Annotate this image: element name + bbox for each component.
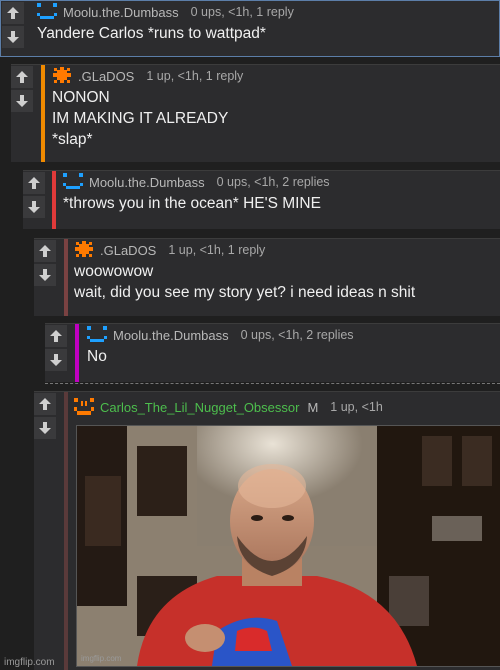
upvote-button[interactable] <box>23 172 45 194</box>
comment-2: Moolu.the.Dumbass 0 ups, <1h, 2 replies … <box>23 170 500 229</box>
comment-text: *throws you in the ocean* HE'S MINE <box>63 195 321 212</box>
arrow-down-icon <box>39 269 51 281</box>
downvote-button[interactable] <box>34 264 56 286</box>
downvote-button[interactable] <box>11 90 33 112</box>
comment-body: Moolu.the.Dumbass 0 ups, <1h, 2 replies … <box>87 324 494 367</box>
face-blue-icon <box>37 3 57 19</box>
thread-bar <box>64 239 68 316</box>
comment-body: Moolu.the.Dumbass 0 ups, <1h, 2 replies … <box>63 171 494 214</box>
username[interactable]: Carlos_The_Lil_Nugget_Obsessor <box>100 400 299 415</box>
comment-text: No <box>87 348 107 365</box>
thread-bar <box>64 392 68 670</box>
arrow-down-icon <box>39 422 51 434</box>
thread-bar <box>41 65 45 162</box>
reply-image[interactable]: imgflip.com <box>76 425 500 667</box>
downvote-button[interactable] <box>34 417 56 439</box>
thread-divider <box>45 383 500 384</box>
comment-3: .GLaDOS 1 up, <1h, 1 reply woowowow wait… <box>34 238 500 316</box>
thread-bar <box>75 324 79 382</box>
vote-column <box>45 324 69 371</box>
arrow-up-icon <box>16 71 28 83</box>
upvote-button[interactable] <box>2 2 24 24</box>
arrow-down-icon <box>28 201 40 213</box>
vote-column <box>34 392 58 439</box>
vote-column <box>11 65 35 112</box>
username[interactable]: .GLaDOS <box>100 243 156 258</box>
thread-bar <box>52 171 56 229</box>
virus-orange-icon <box>53 67 71 83</box>
mod-badge: M <box>307 399 319 415</box>
comment-meta: 1 up, <1h, 1 reply <box>146 69 244 83</box>
downvote-button[interactable] <box>23 196 45 218</box>
upvote-button[interactable] <box>34 393 56 415</box>
face-orange-icon <box>74 398 94 415</box>
comment-1: .GLaDOS 1 up, <1h, 1 reply NONON IM MAKI… <box>11 64 500 162</box>
downvote-button[interactable] <box>45 349 67 371</box>
virus-orange-icon <box>75 241 93 257</box>
username[interactable]: Moolu.the.Dumbass <box>63 5 179 20</box>
vote-column <box>23 171 47 218</box>
comment-meta: 1 up, <1h, 1 reply <box>168 243 266 257</box>
comment-meta: 1 up, <1h <box>330 400 383 414</box>
arrow-up-icon <box>39 398 51 410</box>
vote-column <box>34 239 58 286</box>
username[interactable]: .GLaDOS <box>78 69 134 84</box>
upvote-button[interactable] <box>45 325 67 347</box>
username[interactable]: Moolu.the.Dumbass <box>113 328 229 343</box>
comment-body: .GLaDOS 1 up, <1h, 1 reply NONON IM MAKI… <box>52 65 494 150</box>
comment-meta: 0 ups, <1h, 2 replies <box>216 175 330 189</box>
arrow-up-icon <box>39 245 51 257</box>
comment-meta: 0 ups, <1h, 1 reply <box>190 5 294 19</box>
watermark: imgflip.com <box>4 657 55 668</box>
arrow-up-icon <box>50 330 62 342</box>
arrow-down-icon <box>16 95 28 107</box>
downvote-button[interactable] <box>2 26 24 48</box>
comment-0: Moolu.the.Dumbass 0 ups, <1h, 1 reply Ya… <box>0 0 500 57</box>
comment-body: .GLaDOS 1 up, <1h, 1 reply woowowow wait… <box>74 239 494 303</box>
comment-body: Carlos_The_Lil_Nugget_Obsessor M 1 up, <… <box>74 392 494 422</box>
username[interactable]: Moolu.the.Dumbass <box>89 175 205 190</box>
arrow-down-icon <box>7 31 19 43</box>
face-blue-icon <box>87 326 107 342</box>
man-eating-chips-image <box>77 426 500 666</box>
comment-text: Yandere Carlos *runs to wattpad* <box>37 25 266 42</box>
comment-meta: 0 ups, <1h, 2 replies <box>240 328 354 342</box>
comment-text: NONON IM MAKING IT ALREADY *slap* <box>52 89 229 148</box>
upvote-button[interactable] <box>34 240 56 262</box>
upvote-button[interactable] <box>11 66 33 88</box>
vote-column <box>2 1 26 48</box>
arrow-down-icon <box>50 354 62 366</box>
comment-4: Moolu.the.Dumbass 0 ups, <1h, 2 replies … <box>45 323 500 382</box>
arrow-up-icon <box>7 7 19 19</box>
comment-5: Carlos_The_Lil_Nugget_Obsessor M 1 up, <… <box>34 391 500 670</box>
arrow-up-icon <box>28 177 40 189</box>
comment-text: woowowow wait, did you see my story yet?… <box>74 263 416 301</box>
image-caption: imgflip.com <box>81 654 122 663</box>
face-blue-icon <box>63 173 83 189</box>
comment-body: Moolu.the.Dumbass 0 ups, <1h, 1 reply Ya… <box>37 1 493 44</box>
